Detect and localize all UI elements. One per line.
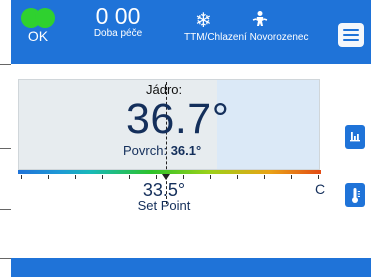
mode-text: TTM/Chlazení Novorozenec <box>184 32 309 43</box>
care-time-label: Doba péče <box>93 28 143 39</box>
temperature-tick <box>237 175 238 179</box>
device-screen: OK 0 00 Doba péče ❄ TTM/Chlazení Novoroz… <box>11 0 371 277</box>
temperature-tick <box>291 175 292 179</box>
top-header: OK 0 00 Doba péče ❄ TTM/Chlazení Novoroz… <box>11 0 371 64</box>
left-divider-top <box>0 64 11 65</box>
temperature-unit: C <box>315 181 326 197</box>
temperature-tick <box>156 175 157 179</box>
care-time-value: 0 00 <box>95 3 141 29</box>
menu-button[interactable] <box>338 23 364 47</box>
chart-button[interactable] <box>345 125 365 149</box>
set-point-label: Set Point <box>137 198 191 213</box>
status-ok-icon <box>21 8 55 28</box>
core-temperature-value: 36.7° <box>126 95 230 143</box>
snowflake-icon: ❄ <box>195 10 212 32</box>
temperature-tick <box>210 175 211 179</box>
thermometer-button[interactable] <box>345 183 365 207</box>
baby-icon <box>252 11 268 26</box>
temperature-tick <box>21 175 22 179</box>
status-text: OK <box>27 28 49 44</box>
temperature-tick <box>75 175 76 179</box>
left-divider-bottom <box>0 258 11 259</box>
temperature-tick <box>129 175 130 179</box>
temperature-tick <box>48 175 49 179</box>
status-indicator: OK <box>20 8 56 43</box>
care-time-metric: 0 00 Doba péče <box>83 5 153 40</box>
bar-chart-icon <box>350 132 360 142</box>
surface-temperature-label: Povrch: <box>123 143 168 158</box>
temperature-tick <box>102 175 103 179</box>
bottom-bar <box>11 258 371 277</box>
temperature-tick <box>183 175 184 179</box>
thermometer-icon <box>352 188 360 203</box>
temperature-tick <box>318 175 319 179</box>
temperature-panel-highlight <box>217 80 319 169</box>
set-point-display: 33.5° Set Point <box>129 181 199 212</box>
left-divider-middle-1 <box>0 148 11 149</box>
set-point-value: 33.5° <box>142 180 186 200</box>
surface-temperature: Povrch: 36.1° <box>123 143 201 158</box>
left-divider-middle-2 <box>0 209 11 210</box>
temperature-tick <box>264 175 265 179</box>
surface-temperature-value: 36.1° <box>170 143 202 158</box>
